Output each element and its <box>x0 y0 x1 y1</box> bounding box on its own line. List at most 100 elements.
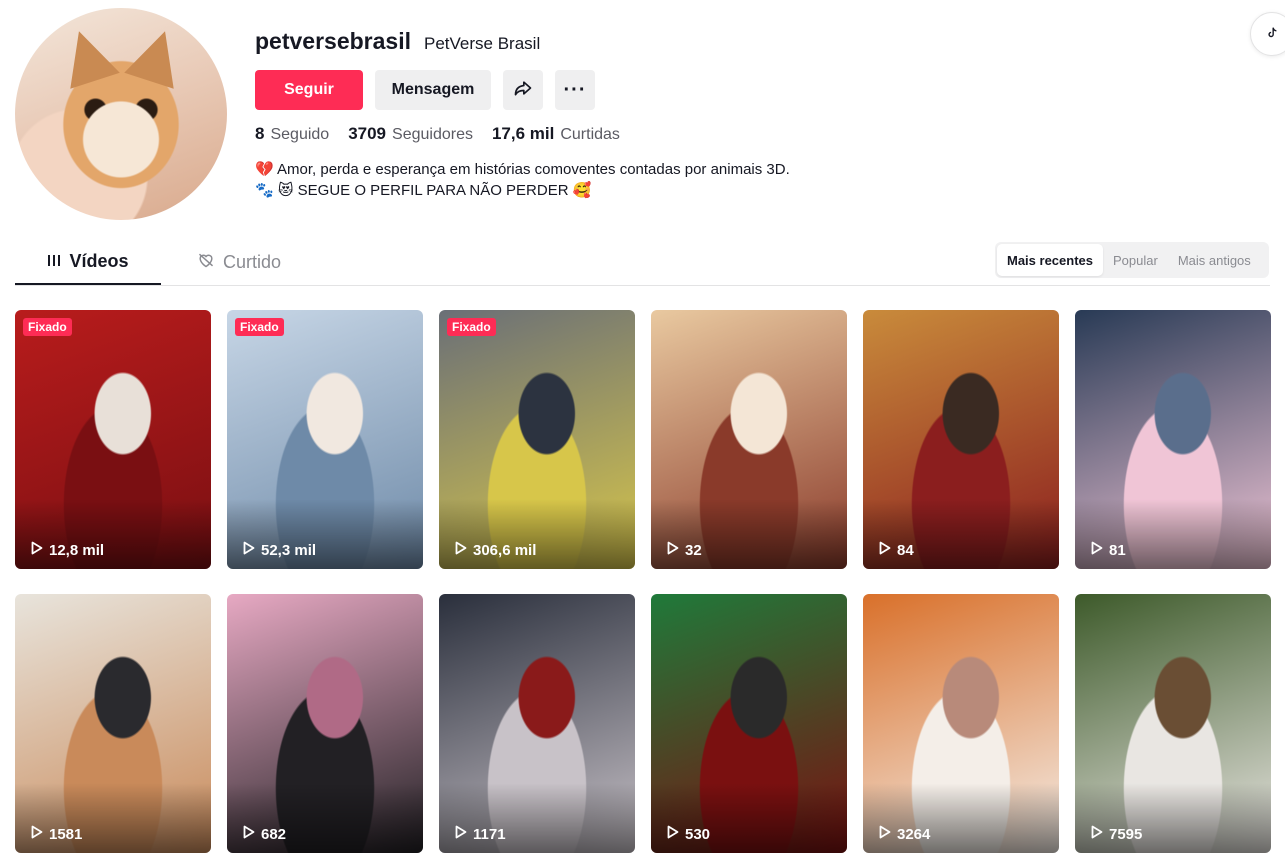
message-button[interactable]: Mensagem <box>375 70 491 110</box>
view-count-value: 7595 <box>1109 825 1143 843</box>
tab-label: Curtido <box>222 251 282 272</box>
video-card[interactable]: 84 <box>863 310 1059 569</box>
tiktok-icon <box>1265 26 1279 43</box>
view-count: 81 <box>1091 541 1126 559</box>
share-button[interactable] <box>503 70 543 110</box>
view-count-value: 3264 <box>897 825 931 843</box>
stat-value: 3709 <box>348 124 387 143</box>
video-thumbnail <box>863 594 1059 853</box>
sort-recent[interactable]: Mais recentes <box>997 244 1103 276</box>
video-card[interactable]: 1581 <box>15 594 211 853</box>
grid-bars-icon <box>47 253 61 271</box>
bio-line: 💔 Amor, perda e esperança em histórias c… <box>255 161 790 178</box>
play-icon <box>879 541 897 559</box>
stat-label: Seguidores <box>392 126 473 143</box>
pinned-badge: Fixado <box>447 318 496 336</box>
more-options-button[interactable]: ··· <box>555 70 595 110</box>
video-card[interactable]: 81 <box>1075 310 1271 569</box>
video-thumbnail <box>15 310 211 569</box>
share-icon <box>513 78 533 103</box>
stat-followers[interactable]: 3709 Seguidores <box>348 124 473 144</box>
video-card[interactable]: 682 <box>227 594 423 853</box>
stat-value: 8 <box>255 124 265 143</box>
view-count-value: 1171 <box>473 825 506 843</box>
view-count-value: 12,8 mil <box>49 541 105 559</box>
view-count: 306,6 mil <box>455 541 536 559</box>
video-grid: Fixado 12,8 mil Fixado 52,3 mil Fixado 306,6 … <box>15 310 1271 853</box>
bio-line: 🐾 😻 SEGUE O PERFIL PARA NÃO PERDER 🥰 <box>255 182 592 199</box>
more-icon: ··· <box>563 78 587 101</box>
video-card[interactable]: 530 <box>651 594 847 853</box>
profile-nickname: PetVerse Brasil <box>424 34 541 53</box>
view-count-value: 84 <box>897 541 914 559</box>
view-count-value: 306,6 mil <box>473 541 537 559</box>
video-thumbnail <box>439 594 635 853</box>
video-thumbnail <box>227 594 423 853</box>
tab-videos[interactable]: Vídeos <box>15 240 161 285</box>
sort-popular[interactable]: Popular <box>1103 244 1168 276</box>
play-icon <box>667 825 685 843</box>
profile-avatar[interactable] <box>15 8 227 220</box>
tiktok-logo-badge[interactable] <box>1250 12 1285 56</box>
video-thumbnail <box>1075 594 1271 853</box>
view-count: 7595 <box>1091 825 1142 843</box>
video-thumbnail <box>1075 310 1271 569</box>
profile-bio: 💔 Amor, perda e esperança em histórias c… <box>255 159 790 201</box>
video-card[interactable]: 32 <box>651 310 847 569</box>
play-icon <box>879 825 897 843</box>
video-card[interactable]: 7595 <box>1075 594 1271 853</box>
view-count: 1581 <box>31 825 82 843</box>
view-count: 530 <box>667 825 710 843</box>
video-card[interactable]: 1171 <box>439 594 635 853</box>
stat-value: 17,6 mil <box>491 124 555 143</box>
play-icon <box>1091 541 1109 559</box>
sort-segmented-control: Mais recentes Popular Mais antigos <box>995 242 1269 278</box>
view-count-value: 1581 <box>49 825 83 843</box>
play-icon <box>455 825 473 843</box>
view-count: 32 <box>667 541 702 559</box>
avatar-ear-right <box>124 23 190 89</box>
video-card[interactable]: 3264 <box>863 594 1059 853</box>
video-thumbnail <box>863 310 1059 569</box>
avatar-ear-left <box>54 23 120 89</box>
sort-oldest[interactable]: Mais antigos <box>1168 244 1261 276</box>
play-icon <box>455 541 473 559</box>
view-count-value: 52,3 mil <box>261 541 317 559</box>
video-card[interactable]: Fixado 52,3 mil <box>227 310 423 569</box>
tab-liked[interactable]: Curtido <box>191 240 287 284</box>
profile-username: petversebrasil <box>255 28 411 54</box>
profile-stats: 8 Seguido 3709 Seguidores 17,6 mil Curti… <box>255 124 639 144</box>
view-count: 3264 <box>879 825 930 843</box>
pinned-badge: Fixado <box>235 318 284 336</box>
play-icon <box>243 825 261 843</box>
view-count-value: 530 <box>685 825 711 843</box>
video-thumbnail <box>15 594 211 853</box>
stat-likes: 17,6 mil Curtidas <box>492 124 620 144</box>
stat-following[interactable]: 8 Seguido <box>255 124 329 144</box>
video-thumbnail <box>651 310 847 569</box>
view-count-value: 682 <box>261 825 287 843</box>
video-thumbnail <box>651 594 847 853</box>
video-card[interactable]: Fixado 12,8 mil <box>15 310 211 569</box>
play-icon <box>243 541 261 559</box>
follow-button[interactable]: Seguir <box>255 70 363 110</box>
play-icon <box>1091 825 1109 843</box>
pinned-badge: Fixado <box>23 318 72 336</box>
stat-label: Curtidas <box>560 126 620 143</box>
video-thumbnail <box>227 310 423 569</box>
view-count-value: 81 <box>1109 541 1126 559</box>
tab-label: Vídeos <box>69 251 129 271</box>
view-count: 682 <box>243 825 286 843</box>
view-count: 52,3 mil <box>243 541 316 559</box>
view-count: 12,8 mil <box>31 541 104 559</box>
play-icon <box>31 825 49 843</box>
video-card[interactable]: Fixado 306,6 mil <box>439 310 635 569</box>
play-icon <box>667 541 685 559</box>
play-icon <box>31 541 49 559</box>
view-count-value: 32 <box>685 541 702 559</box>
video-thumbnail <box>439 310 635 569</box>
view-count: 1171 <box>455 825 506 843</box>
view-count: 84 <box>879 541 914 559</box>
heart-eye-slash-icon <box>197 252 215 272</box>
stat-label: Seguido <box>270 126 330 143</box>
